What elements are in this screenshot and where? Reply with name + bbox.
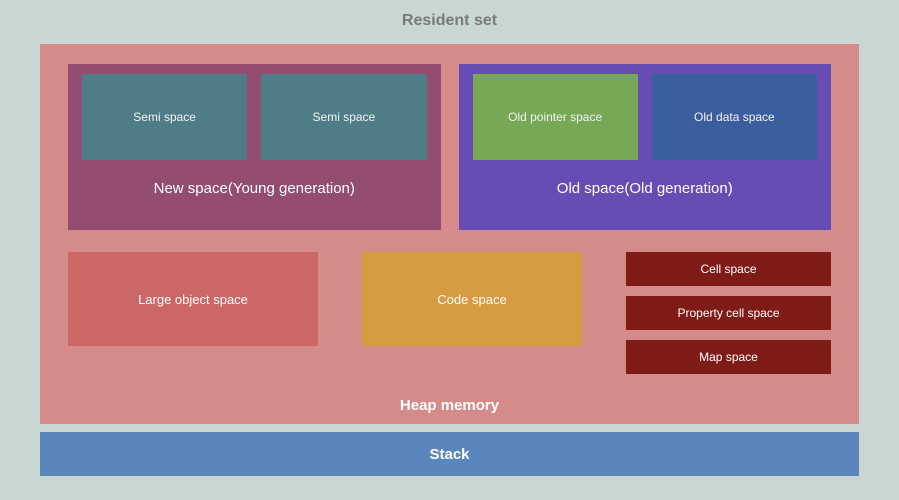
heap-memory-container: Semi space Semi space New space(Young ge… bbox=[40, 44, 859, 424]
old-space-inner-row: Old pointer space Old data space bbox=[473, 74, 818, 160]
heap-generation-row: Semi space Semi space New space(Young ge… bbox=[68, 64, 831, 230]
map-space-box: Map space bbox=[626, 340, 831, 374]
heap-other-row: Large object space Code space Cell space… bbox=[68, 252, 831, 392]
semi-space-box-1: Semi space bbox=[82, 74, 247, 160]
new-space-inner-row: Semi space Semi space bbox=[82, 74, 427, 160]
heap-memory-label: Heap memory bbox=[40, 397, 859, 414]
old-space-container: Old pointer space Old data space Old spa… bbox=[459, 64, 832, 230]
old-data-space-box: Old data space bbox=[652, 74, 817, 160]
old-pointer-space-box: Old pointer space bbox=[473, 74, 638, 160]
resident-set-title: Resident set bbox=[40, 12, 859, 30]
semi-space-box-2: Semi space bbox=[261, 74, 426, 160]
small-spaces-column: Cell space Property cell space Map space bbox=[626, 252, 831, 374]
cell-space-box: Cell space bbox=[626, 252, 831, 286]
new-space-title: New space(Young generation) bbox=[82, 180, 427, 197]
large-object-space-box: Large object space bbox=[68, 252, 318, 346]
property-cell-space-box: Property cell space bbox=[626, 296, 831, 330]
stack-box: Stack bbox=[40, 432, 859, 476]
old-space-title: Old space(Old generation) bbox=[473, 180, 818, 197]
new-space-container: Semi space Semi space New space(Young ge… bbox=[68, 64, 441, 230]
code-space-box: Code space bbox=[362, 252, 582, 346]
resident-set-container: Resident set Semi space Semi space New s… bbox=[0, 0, 899, 500]
